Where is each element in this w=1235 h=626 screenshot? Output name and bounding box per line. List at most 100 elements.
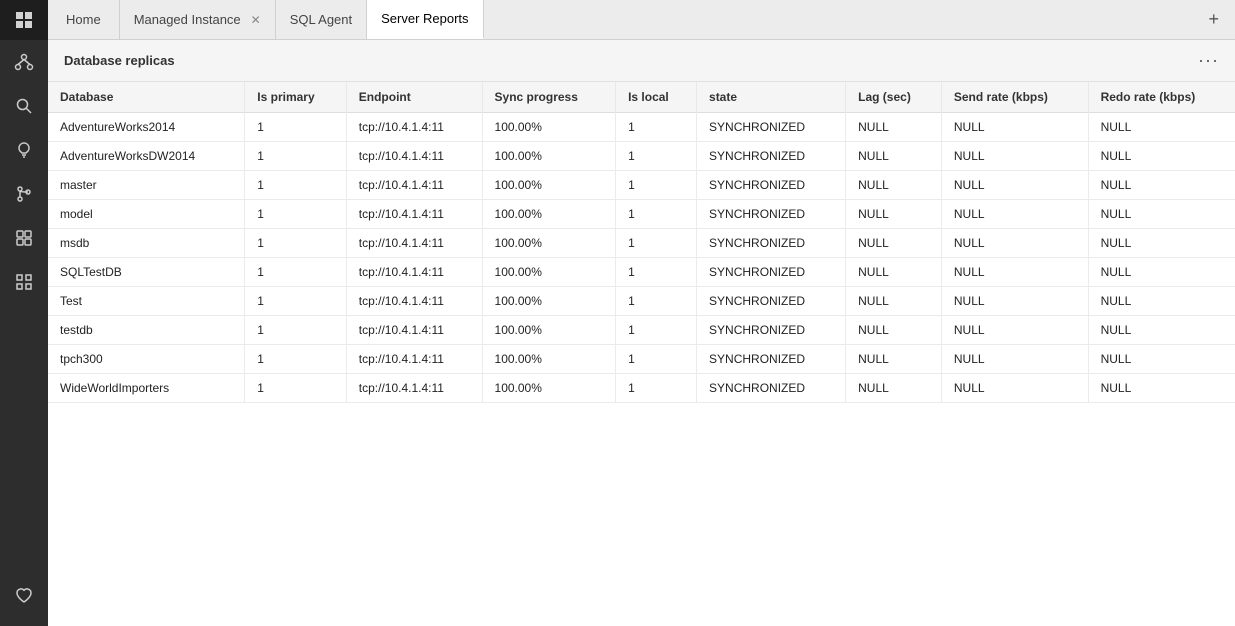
table-row: SQLTestDB1tcp://10.4.1.4:11100.00%1SYNCH… xyxy=(48,258,1235,287)
table-cell: NULL xyxy=(846,142,942,171)
tab-server-reports[interactable]: Server Reports xyxy=(367,0,483,39)
col-lag: Lag (sec) xyxy=(846,82,942,113)
table-cell: tcp://10.4.1.4:11 xyxy=(346,374,482,403)
grid-icon[interactable] xyxy=(0,260,48,304)
col-send-rate: Send rate (kbps) xyxy=(941,82,1088,113)
table-cell: SYNCHRONIZED xyxy=(697,287,846,316)
table-row: msdb1tcp://10.4.1.4:11100.00%1SYNCHRONIZ… xyxy=(48,229,1235,258)
table-cell: 1 xyxy=(616,113,697,142)
table-cell: NULL xyxy=(941,258,1088,287)
table-cell: NULL xyxy=(941,287,1088,316)
table-cell: NULL xyxy=(846,287,942,316)
table-cell: 1 xyxy=(616,345,697,374)
table-header-row: Database Is primary Endpoint Sync progre… xyxy=(48,82,1235,113)
tab-managed-instance[interactable]: Managed Instance ✕ xyxy=(120,0,276,39)
col-endpoint: Endpoint xyxy=(346,82,482,113)
table-cell: tcp://10.4.1.4:11 xyxy=(346,171,482,200)
table-cell: tcp://10.4.1.4:11 xyxy=(346,316,482,345)
table-cell: 1 xyxy=(245,171,347,200)
table-cell: NULL xyxy=(1088,171,1235,200)
table-row: testdb1tcp://10.4.1.4:11100.00%1SYNCHRON… xyxy=(48,316,1235,345)
table-cell: 1 xyxy=(245,142,347,171)
table-header: Database Is primary Endpoint Sync progre… xyxy=(48,82,1235,113)
table-row: AdventureWorksDW20141tcp://10.4.1.4:1110… xyxy=(48,142,1235,171)
table-cell: 100.00% xyxy=(482,316,616,345)
table-cell: NULL xyxy=(846,374,942,403)
table-cell: tcp://10.4.1.4:11 xyxy=(346,200,482,229)
search-icon[interactable] xyxy=(0,84,48,128)
table-cell: NULL xyxy=(846,229,942,258)
table-row: AdventureWorks20141tcp://10.4.1.4:11100.… xyxy=(48,113,1235,142)
table-cell: NULL xyxy=(1088,229,1235,258)
main-area: Home Managed Instance ✕ SQL Agent Server… xyxy=(48,0,1235,626)
table-row: WideWorldImporters1tcp://10.4.1.4:11100.… xyxy=(48,374,1235,403)
table-cell: NULL xyxy=(846,171,942,200)
table-cell: 1 xyxy=(616,229,697,258)
table-cell: NULL xyxy=(941,113,1088,142)
table-cell: NULL xyxy=(1088,142,1235,171)
table-cell: 1 xyxy=(245,113,347,142)
table-cell: AdventureWorksDW2014 xyxy=(48,142,245,171)
extensions-icon[interactable] xyxy=(0,216,48,260)
table-cell: 100.00% xyxy=(482,374,616,403)
table-cell: 1 xyxy=(245,258,347,287)
tab-sql-agent[interactable]: SQL Agent xyxy=(276,0,367,39)
add-tab-icon: + xyxy=(1208,9,1219,30)
table-cell: NULL xyxy=(846,345,942,374)
table-cell: 1 xyxy=(616,142,697,171)
table-cell: NULL xyxy=(846,200,942,229)
add-tab-button[interactable]: + xyxy=(1192,0,1235,39)
table-cell: tcp://10.4.1.4:11 xyxy=(346,113,482,142)
table-cell: tpch300 xyxy=(48,345,245,374)
table-cell: 1 xyxy=(616,171,697,200)
table-cell: 1 xyxy=(245,374,347,403)
col-state: state xyxy=(697,82,846,113)
table-cell: testdb xyxy=(48,316,245,345)
table-cell: NULL xyxy=(941,229,1088,258)
tab-home[interactable]: Home xyxy=(48,0,120,39)
table-row: master1tcp://10.4.1.4:11100.00%1SYNCHRON… xyxy=(48,171,1235,200)
table-cell: 100.00% xyxy=(482,345,616,374)
table-row: tpch3001tcp://10.4.1.4:11100.00%1SYNCHRO… xyxy=(48,345,1235,374)
table-cell: tcp://10.4.1.4:11 xyxy=(346,287,482,316)
table-cell: 1 xyxy=(245,316,347,345)
table-cell: tcp://10.4.1.4:11 xyxy=(346,258,482,287)
table-cell: NULL xyxy=(941,345,1088,374)
more-options-button[interactable]: ··· xyxy=(1198,50,1219,71)
tab-bar: Home Managed Instance ✕ SQL Agent Server… xyxy=(48,0,1235,40)
table-cell: SYNCHRONIZED xyxy=(697,258,846,287)
tab-server-reports-label: Server Reports xyxy=(381,11,468,26)
table-cell: SYNCHRONIZED xyxy=(697,171,846,200)
table-row: Test1tcp://10.4.1.4:11100.00%1SYNCHRONIZ… xyxy=(48,287,1235,316)
table-cell: 1 xyxy=(616,316,697,345)
col-is-primary: Is primary xyxy=(245,82,347,113)
table-cell: SYNCHRONIZED xyxy=(697,113,846,142)
table-cell: NULL xyxy=(941,171,1088,200)
col-sync-progress: Sync progress xyxy=(482,82,616,113)
table-cell: NULL xyxy=(941,200,1088,229)
col-redo-rate: Redo rate (kbps) xyxy=(1088,82,1235,113)
table-cell: tcp://10.4.1.4:11 xyxy=(346,345,482,374)
table-cell: NULL xyxy=(1088,200,1235,229)
table-cell: NULL xyxy=(1088,374,1235,403)
col-database: Database xyxy=(48,82,245,113)
table-cell: 1 xyxy=(245,287,347,316)
tab-close-icon[interactable]: ✕ xyxy=(251,14,261,26)
table-cell: master xyxy=(48,171,245,200)
git-icon[interactable] xyxy=(0,172,48,216)
connections-icon[interactable] xyxy=(0,40,48,84)
heart-icon[interactable] xyxy=(0,574,48,618)
tab-managed-instance-label: Managed Instance xyxy=(134,12,241,27)
table-cell: SQLTestDB xyxy=(48,258,245,287)
table-cell: 1 xyxy=(245,200,347,229)
tab-home-label: Home xyxy=(66,12,101,27)
table-cell: NULL xyxy=(1088,345,1235,374)
table-cell: 100.00% xyxy=(482,229,616,258)
table-cell: NULL xyxy=(941,374,1088,403)
insights-icon[interactable] xyxy=(0,128,48,172)
table-cell: Test xyxy=(48,287,245,316)
table-cell: SYNCHRONIZED xyxy=(697,374,846,403)
section-header: Database replicas ··· xyxy=(48,40,1235,82)
table-cell: SYNCHRONIZED xyxy=(697,200,846,229)
table-cell: 100.00% xyxy=(482,258,616,287)
